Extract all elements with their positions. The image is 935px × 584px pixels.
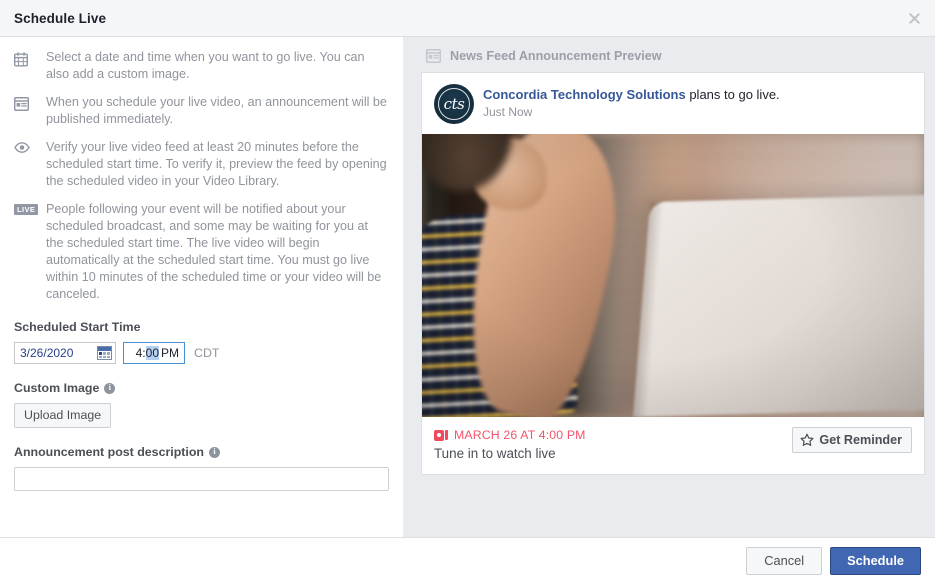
schedule-live-dialog: Schedule Live Select a date and time whe… (0, 0, 935, 584)
announcement-description-label-text: Announcement post description (14, 445, 204, 459)
dialog-title: Schedule Live (14, 10, 107, 26)
post-header: cts Concordia Technology Solutions plans… (422, 73, 924, 134)
info-item-schedule: Select a date and time when you want to … (14, 49, 387, 83)
custom-image-label: Custom Image i (14, 381, 387, 395)
video-camera-icon (434, 429, 448, 441)
post-header-text: Concordia Technology Solutions plans to … (483, 84, 780, 119)
schedule-button[interactable]: Schedule (830, 547, 921, 575)
post-preview-image (422, 134, 924, 417)
star-icon (800, 433, 814, 447)
eye-icon (14, 139, 36, 153)
announcement-description-section: Announcement post description i (14, 445, 389, 491)
get-reminder-button[interactable]: Get Reminder (792, 427, 912, 453)
post-footer: MARCH 26 AT 4:00 PM Tune in to watch liv… (422, 417, 924, 474)
info-item-text: When you schedule your live video, an an… (46, 95, 387, 126)
calendar-icon (14, 49, 36, 67)
dialog-footer: Cancel Schedule (0, 537, 935, 584)
info-item-verify: Verify your live video feed at least 20 … (14, 139, 387, 190)
live-schedule-line: MARCH 26 AT 4:00 PM (434, 428, 586, 442)
live-badge-label: LIVE (14, 204, 39, 215)
page-name-link[interactable]: Concordia Technology Solutions (483, 87, 686, 102)
announcement-description-label: Announcement post description i (14, 445, 387, 459)
info-item-text: People following your event will be noti… (46, 202, 382, 301)
info-icon[interactable]: i (104, 382, 116, 394)
custom-image-section: Custom Image i Upload Image (14, 381, 387, 428)
dialog-titlebar: Schedule Live (0, 0, 935, 37)
dialog-body: Select a date and time when you want to … (0, 37, 935, 537)
preview-header: News Feed Announcement Preview (417, 49, 923, 63)
preview-header-title: News Feed Announcement Preview (450, 49, 662, 63)
scheduled-start-time-label: Scheduled Start Time (14, 320, 387, 334)
announcement-post-card: cts Concordia Technology Solutions plans… (421, 72, 925, 475)
time-input[interactable]: 4:00 PM (123, 342, 185, 364)
datetime-row: 3/26/2020 4:00 PM CDT (14, 342, 387, 364)
get-reminder-label: Get Reminder (819, 433, 902, 447)
live-badge-icon: LIVE (14, 201, 39, 215)
announcement-description-input[interactable] (14, 467, 389, 491)
close-icon[interactable] (903, 7, 925, 29)
timezone-label: CDT (194, 346, 220, 360)
info-item-notify: LIVE People following your event will be… (14, 201, 387, 303)
preview-pane: News Feed Announcement Preview cts Conco… (403, 37, 935, 537)
time-ampm[interactable]: PM (161, 346, 179, 360)
time-hour[interactable]: 4 (136, 346, 143, 360)
info-item-text: Verify your live video feed at least 20 … (46, 140, 387, 188)
date-input[interactable]: 3/26/2020 (14, 342, 116, 364)
info-icon[interactable]: i (209, 446, 220, 458)
date-input-value: 3/26/2020 (20, 346, 74, 360)
custom-image-label-text: Custom Image (14, 381, 100, 395)
avatar-initials: cts (443, 94, 465, 113)
scheduled-start-time-label-text: Scheduled Start Time (14, 320, 141, 334)
news-feed-icon (426, 49, 441, 63)
time-minutes[interactable]: 00 (145, 346, 159, 360)
info-list: Select a date and time when you want to … (14, 49, 387, 303)
info-item-announcement: When you schedule your live video, an an… (14, 94, 387, 128)
upload-image-button[interactable]: Upload Image (14, 403, 112, 428)
settings-pane: Select a date and time when you want to … (0, 37, 403, 537)
post-action-text: plans to go live. (685, 87, 780, 102)
info-item-text: Select a date and time when you want to … (46, 50, 365, 81)
scheduled-start-time-section: Scheduled Start Time 3/26/2020 4:00 PM CD… (14, 320, 387, 364)
avatar: cts (434, 84, 474, 124)
calendar-picker-icon[interactable] (97, 346, 112, 360)
news-feed-icon (14, 94, 36, 111)
live-schedule-text: MARCH 26 AT 4:00 PM (454, 428, 586, 442)
post-timestamp: Just Now (483, 105, 533, 119)
post-footer-left: MARCH 26 AT 4:00 PM Tune in to watch liv… (434, 427, 586, 461)
tune-in-text: Tune in to watch live (434, 446, 556, 461)
post-byline: Concordia Technology Solutions plans to … (483, 86, 780, 103)
image-vignette (422, 134, 924, 417)
cancel-button[interactable]: Cancel (746, 547, 823, 575)
